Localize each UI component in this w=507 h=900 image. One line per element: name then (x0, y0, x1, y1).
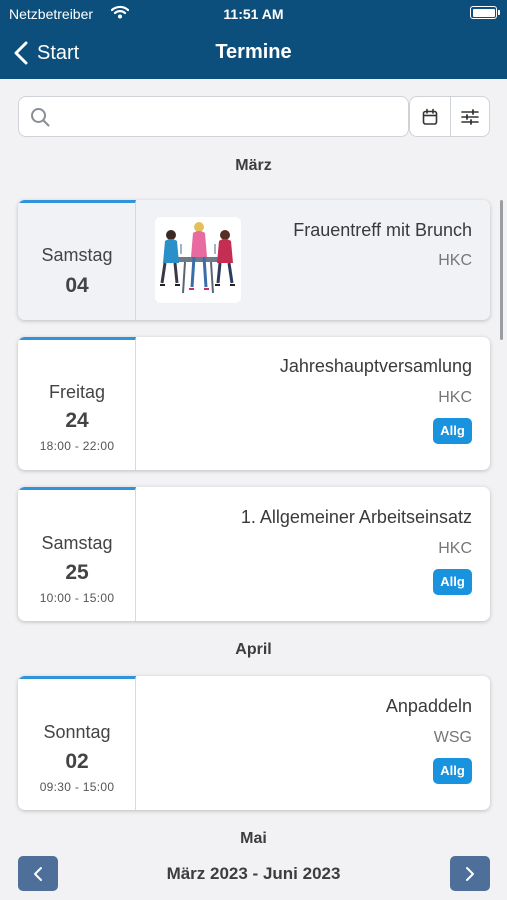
event-organizer: HKC (438, 540, 472, 557)
event-title: Anpaddeln (385, 696, 472, 716)
event-time: 10:00 - 15:00 (39, 591, 115, 605)
event-date: Samstag 04 (18, 200, 136, 320)
search-field[interactable] (18, 96, 409, 137)
event-title: Frauentreff mit Brunch (293, 220, 472, 240)
status-time: 11:51 AM (223, 6, 284, 22)
event-organizer: HKC (438, 389, 472, 406)
event-time: 09:30 - 15:00 (39, 780, 115, 794)
search-input[interactable] (63, 105, 393, 129)
battery-icon (470, 6, 500, 19)
event-weekday: Samstag (41, 533, 113, 553)
event-organizer: HKC (438, 252, 472, 269)
next-range-button[interactable] (450, 856, 490, 891)
month-heading: April (235, 641, 272, 658)
category-badge: Allg (433, 758, 472, 784)
event-weekday: Freitag (48, 382, 106, 402)
scrollbar[interactable] (500, 200, 503, 340)
chevron-right-icon (466, 866, 474, 881)
sliders-icon (460, 108, 479, 125)
event-title: 1. Allgemeiner Arbeitseinsatz (240, 507, 472, 527)
event-organizer: WSG (433, 729, 472, 746)
calendar-button[interactable] (410, 97, 450, 136)
event-card[interactable]: Samstag 04 Frauentreff mit Brunch HKC (18, 200, 490, 320)
category-badge: Allg (433, 569, 472, 595)
event-weekday: Samstag (41, 245, 113, 265)
filter-button[interactable] (449, 97, 490, 136)
event-date: Sonntag 02 09:30 - 15:00 (18, 676, 136, 810)
search-icon (31, 108, 50, 127)
event-date: Freitag 24 18:00 - 22:00 (18, 337, 136, 470)
toolbar-group (409, 96, 490, 137)
event-time: 18:00 - 22:00 (39, 439, 115, 453)
date-range-label: März 2023 - Juni 2023 (166, 864, 341, 883)
event-day: 04 (65, 274, 89, 297)
category-badge: Allg (433, 418, 472, 444)
event-date: Samstag 25 10:00 - 15:00 (18, 487, 136, 621)
month-heading: März (235, 157, 272, 174)
page-title: Termine (215, 41, 292, 63)
event-image (155, 217, 241, 303)
status-bar: Netzbetreiber 11:51 AM (0, 0, 507, 28)
calendar-icon (422, 108, 438, 125)
event-card[interactable]: Sonntag 02 09:30 - 15:00 Anpaddeln WSG A… (18, 676, 490, 810)
event-day: 02 (65, 750, 89, 773)
event-weekday: Sonntag (43, 722, 111, 742)
event-day: 25 (65, 561, 89, 584)
event-card[interactable]: Samstag 25 10:00 - 15:00 1. Allgemeiner … (18, 487, 490, 621)
event-card[interactable]: Freitag 24 18:00 - 22:00 Jahreshauptvers… (18, 337, 490, 470)
event-day: 24 (65, 409, 89, 432)
nav-header: Netzbetreiber 11:51 AM Start Termine (0, 0, 507, 79)
event-title: Jahreshauptversamlung (279, 356, 472, 376)
month-heading: Mai (240, 830, 267, 847)
